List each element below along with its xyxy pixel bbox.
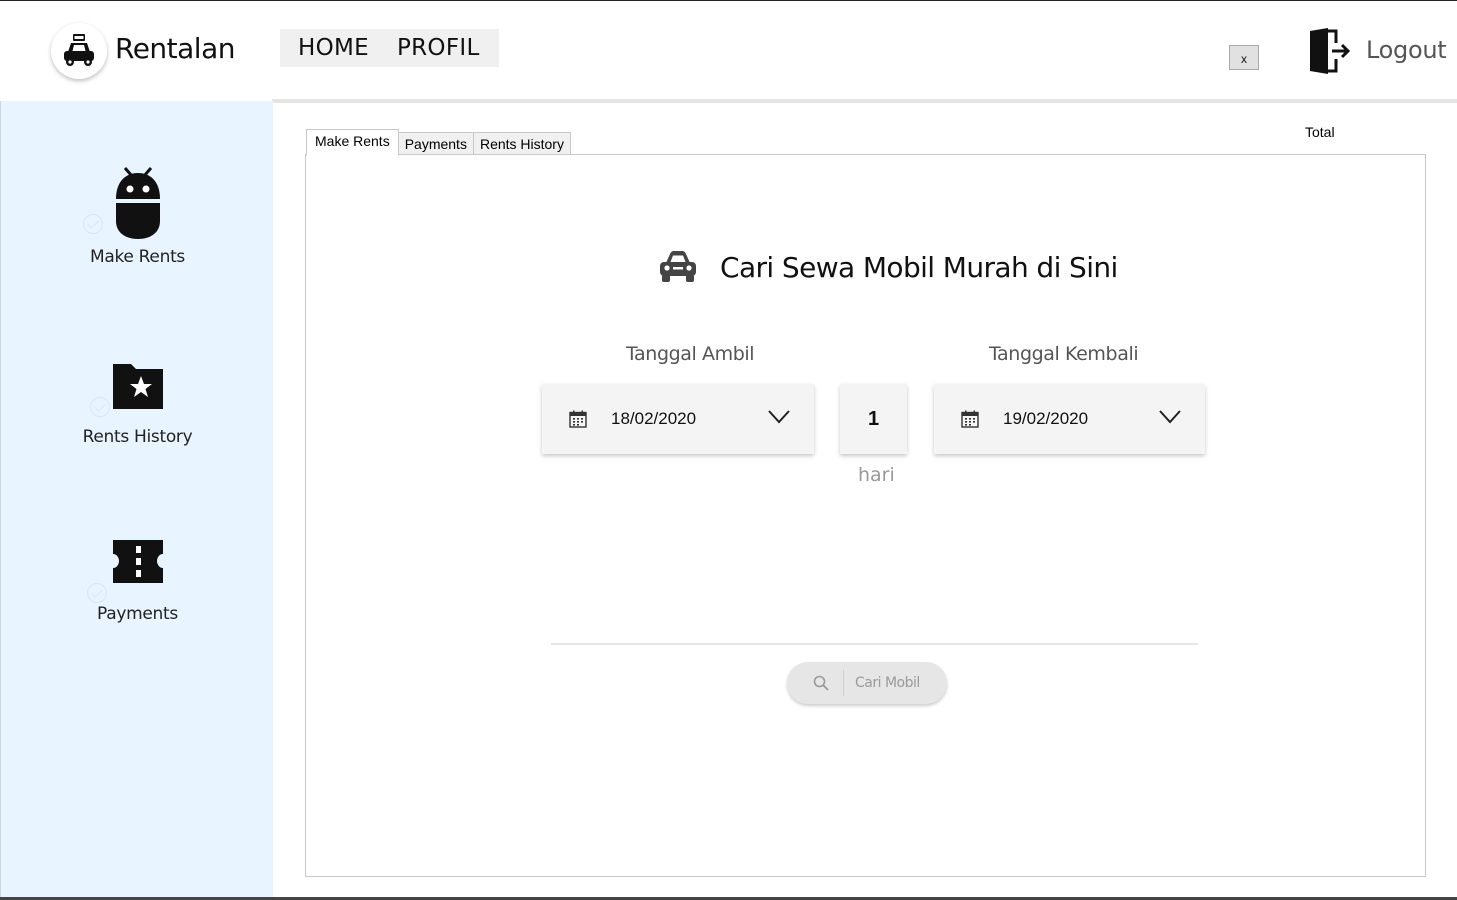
button-separator [843, 670, 844, 696]
app-title: Rentalan [115, 32, 236, 65]
sidebar-item-rents-history[interactable]: Rents History [1, 363, 274, 447]
sidebar-item-label: Payments [97, 604, 178, 624]
sidebar-item-make-rents[interactable]: Make Rents [1, 163, 274, 267]
rental-days-unit: hari [858, 464, 895, 486]
pickup-date-value: 18/02/2020 [611, 409, 697, 428]
pickup-date-label: Tanggal Ambil [626, 343, 755, 365]
calendar-icon [961, 410, 979, 428]
return-date-label: Tanggal Kembali [989, 343, 1139, 365]
top-navigation: HOME PROFIL [280, 29, 499, 67]
ticket-icon [112, 540, 163, 583]
app-logo [51, 23, 107, 79]
nav-home[interactable]: HOME [280, 35, 369, 61]
return-date-picker[interactable]: 19/02/2020 [934, 384, 1205, 454]
tab-payments[interactable]: Payments [397, 132, 474, 156]
calendar-icon [569, 410, 587, 428]
selection-check-icon [86, 583, 107, 603]
selection-check-icon [89, 397, 110, 417]
selection-check-icon [82, 214, 103, 234]
window-top-border [0, 0, 1457, 1]
pickup-date-picker[interactable]: 18/02/2020 [542, 384, 814, 454]
tab-bar: Make Rents Payments Rents History [306, 129, 571, 156]
nav-profil[interactable]: PROFIL [369, 35, 480, 61]
chevron-down-icon[interactable] [1159, 410, 1181, 424]
sidebar-item-payments[interactable]: Payments [1, 539, 274, 624]
tab-rents-history[interactable]: Rents History [472, 132, 571, 156]
sidebar: Make Rents Rents History Payments [0, 101, 273, 897]
search-heading: Cari Sewa Mobil Murah di Sini [658, 250, 1118, 284]
logout-icon[interactable] [1306, 27, 1352, 75]
logout-button[interactable]: Logout [1366, 36, 1447, 64]
android-robot-icon [115, 167, 160, 239]
search-heading-text: Cari Sewa Mobil Murah di Sini [720, 250, 1118, 284]
total-label: Total [1305, 124, 1335, 140]
rent-car-icon [64, 34, 94, 66]
car-icon [660, 251, 696, 282]
search-car-label: Cari Mobil [855, 675, 920, 691]
rental-days-value: 1 [840, 384, 907, 454]
content-divider [551, 643, 1198, 645]
search-icon [813, 675, 829, 691]
chevron-down-icon[interactable] [768, 410, 790, 424]
tab-make-rents[interactable]: Make Rents [306, 129, 399, 156]
close-button[interactable]: x [1229, 45, 1259, 70]
return-date-value: 19/02/2020 [1003, 409, 1089, 428]
sidebar-item-label: Rents History [82, 427, 193, 447]
search-car-button[interactable]: Cari Mobil [787, 662, 947, 704]
star-folder-icon [112, 364, 163, 409]
sidebar-item-label: Make Rents [90, 247, 185, 267]
header-divider [272, 99, 1457, 103]
